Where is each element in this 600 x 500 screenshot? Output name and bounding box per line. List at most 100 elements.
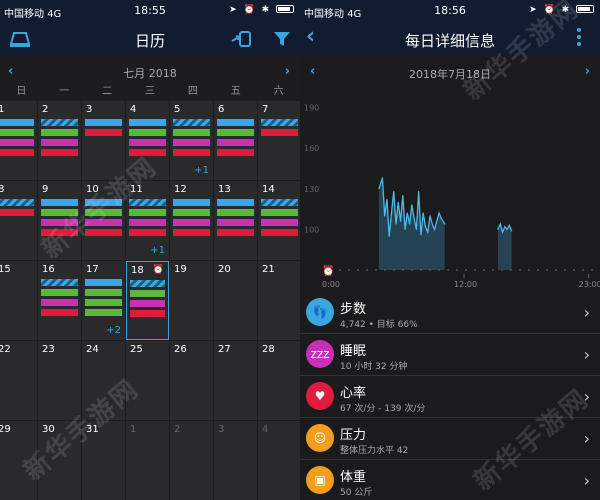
calendar-day-cell[interactable]: 17 +2	[82, 261, 125, 340]
activity-bar-magenta	[261, 219, 298, 226]
next-day-chevron-icon[interactable]: ›	[585, 64, 590, 79]
metric-subtitle: 整体压力水平 42	[340, 446, 409, 456]
day-number: 4	[262, 424, 269, 435]
x-tick-label: 0:00	[322, 280, 340, 289]
activity-bar-blue	[217, 199, 254, 206]
activity-bar-red	[217, 149, 254, 156]
more-icon[interactable]	[574, 26, 598, 48]
calendar-day-cell[interactable]: 20	[214, 261, 257, 340]
calendar-day-cell[interactable]: 16	[38, 261, 81, 340]
calendar-day-cell[interactable]: 22	[0, 341, 37, 420]
data-point	[388, 235, 390, 237]
baseline-dot	[420, 269, 422, 271]
activity-bar-stripe	[261, 119, 298, 126]
baseline-dot	[456, 269, 458, 271]
month-bar: ‹ 七月 2018 ›	[0, 60, 300, 82]
calendar-day-cell[interactable]: 8	[0, 181, 37, 260]
alarm-icon: ⏰	[152, 265, 164, 275]
day-number: 17	[86, 264, 99, 275]
calendar-day-cell[interactable]: 26	[170, 341, 213, 420]
activity-bar-red	[0, 149, 34, 156]
activity-bar-blue	[173, 199, 210, 206]
day-number: 27	[218, 344, 231, 355]
day-number: 7	[262, 104, 269, 115]
data-point	[508, 224, 510, 226]
calendar-day-cell[interactable]: 1	[0, 101, 37, 180]
baseline-dot	[537, 269, 539, 271]
metric-subtitle: 67 次/分 - 139 次/分	[340, 404, 426, 414]
calendar-day-cell[interactable]: 21	[258, 261, 300, 340]
calendar-day-cell[interactable]: 2	[38, 101, 81, 180]
calendar-day-cell[interactable]: 27	[214, 341, 257, 420]
calendar-day-cell[interactable]: 3	[214, 421, 257, 500]
metric-title: 步数	[340, 302, 367, 317]
activity-bars	[0, 119, 34, 159]
activity-bar-magenta	[41, 139, 78, 146]
activity-bar-magenta	[217, 139, 254, 146]
baseline-dot	[573, 269, 575, 271]
day-number: 25	[130, 344, 143, 355]
data-point	[436, 220, 438, 222]
day-number: 16	[42, 264, 55, 275]
day-number: 3	[86, 104, 93, 115]
metric-row-steps[interactable]: 👣 步数 4,742 • 目标 66% ›	[300, 292, 600, 334]
day-number: 2	[42, 104, 49, 115]
calendar-day-cell[interactable]: 13	[214, 181, 257, 260]
baseline-dot	[411, 269, 413, 271]
activity-bar-red	[129, 229, 166, 236]
activity-bar-green	[173, 129, 210, 136]
activity-bar-red	[173, 229, 210, 236]
calendar-day-cell[interactable]: 1	[126, 421, 169, 500]
day-number: 6	[218, 104, 225, 115]
calendar-day-cell[interactable]: 7	[258, 101, 300, 180]
next-month-chevron-icon[interactable]: ›	[285, 64, 290, 79]
day-number: 5	[174, 104, 181, 115]
day-number: 12	[174, 184, 187, 195]
series-area	[498, 223, 512, 270]
sync-icon[interactable]	[230, 28, 254, 50]
weight-icon: ▣	[306, 466, 334, 494]
y-tick-label: 160	[304, 144, 319, 153]
calendar-day-cell[interactable]: 18 ⏰	[126, 261, 169, 340]
status-icons: ➤ ⏰ ✱	[229, 5, 294, 15]
day-number: 8	[0, 184, 5, 195]
baseline-dot	[555, 269, 557, 271]
calendar-day-cell[interactable]: 6	[214, 101, 257, 180]
calendar-day-cell[interactable]: 5 +1	[170, 101, 213, 180]
baseline-dot	[474, 269, 476, 271]
data-point	[413, 217, 415, 220]
day-number: 29	[0, 424, 11, 435]
baseline-dot	[519, 269, 521, 271]
activity-bars	[173, 119, 210, 159]
activity-bar-stripe	[130, 280, 165, 287]
baseline-dot	[483, 269, 485, 271]
baseline-dot	[564, 269, 566, 271]
day-number: 28	[262, 344, 275, 355]
calendar-day-cell[interactable]: 14	[258, 181, 300, 260]
calendar-day-cell[interactable]: 15	[0, 261, 37, 340]
day-number: 26	[174, 344, 187, 355]
data-point	[511, 230, 513, 232]
activity-bars	[217, 119, 254, 159]
status-bar: 中国移动 4G 18:55 ➤ ⏰ ✱	[0, 0, 300, 22]
calendar-day-cell[interactable]: 4	[258, 421, 300, 500]
calendar-day-cell[interactable]: 2	[170, 421, 213, 500]
activity-bar-magenta	[217, 219, 254, 226]
data-point	[409, 223, 411, 225]
activity-bar-blue	[217, 119, 254, 126]
activity-bar-red	[261, 229, 298, 236]
y-tick-label: 100	[304, 225, 319, 234]
calendar-day-cell[interactable]: 12	[170, 181, 213, 260]
stress-icon: ☺	[306, 424, 334, 452]
calendar-day-cell[interactable]: 19	[170, 261, 213, 340]
day-number: 2	[174, 424, 181, 435]
metric-row-sleep[interactable]: zzz 睡眠 10 小时 32 分钟 ›	[300, 334, 600, 376]
data-point	[378, 188, 380, 190]
filter-icon[interactable]	[270, 28, 294, 50]
data-point	[404, 228, 406, 230]
activity-bars	[0, 199, 34, 219]
metric-row-weight[interactable]: ▣ 体重 50 公斤 ›	[300, 460, 600, 500]
activity-bar-green	[129, 129, 166, 136]
data-point	[506, 228, 508, 230]
calendar-day-cell[interactable]: 28	[258, 341, 300, 420]
